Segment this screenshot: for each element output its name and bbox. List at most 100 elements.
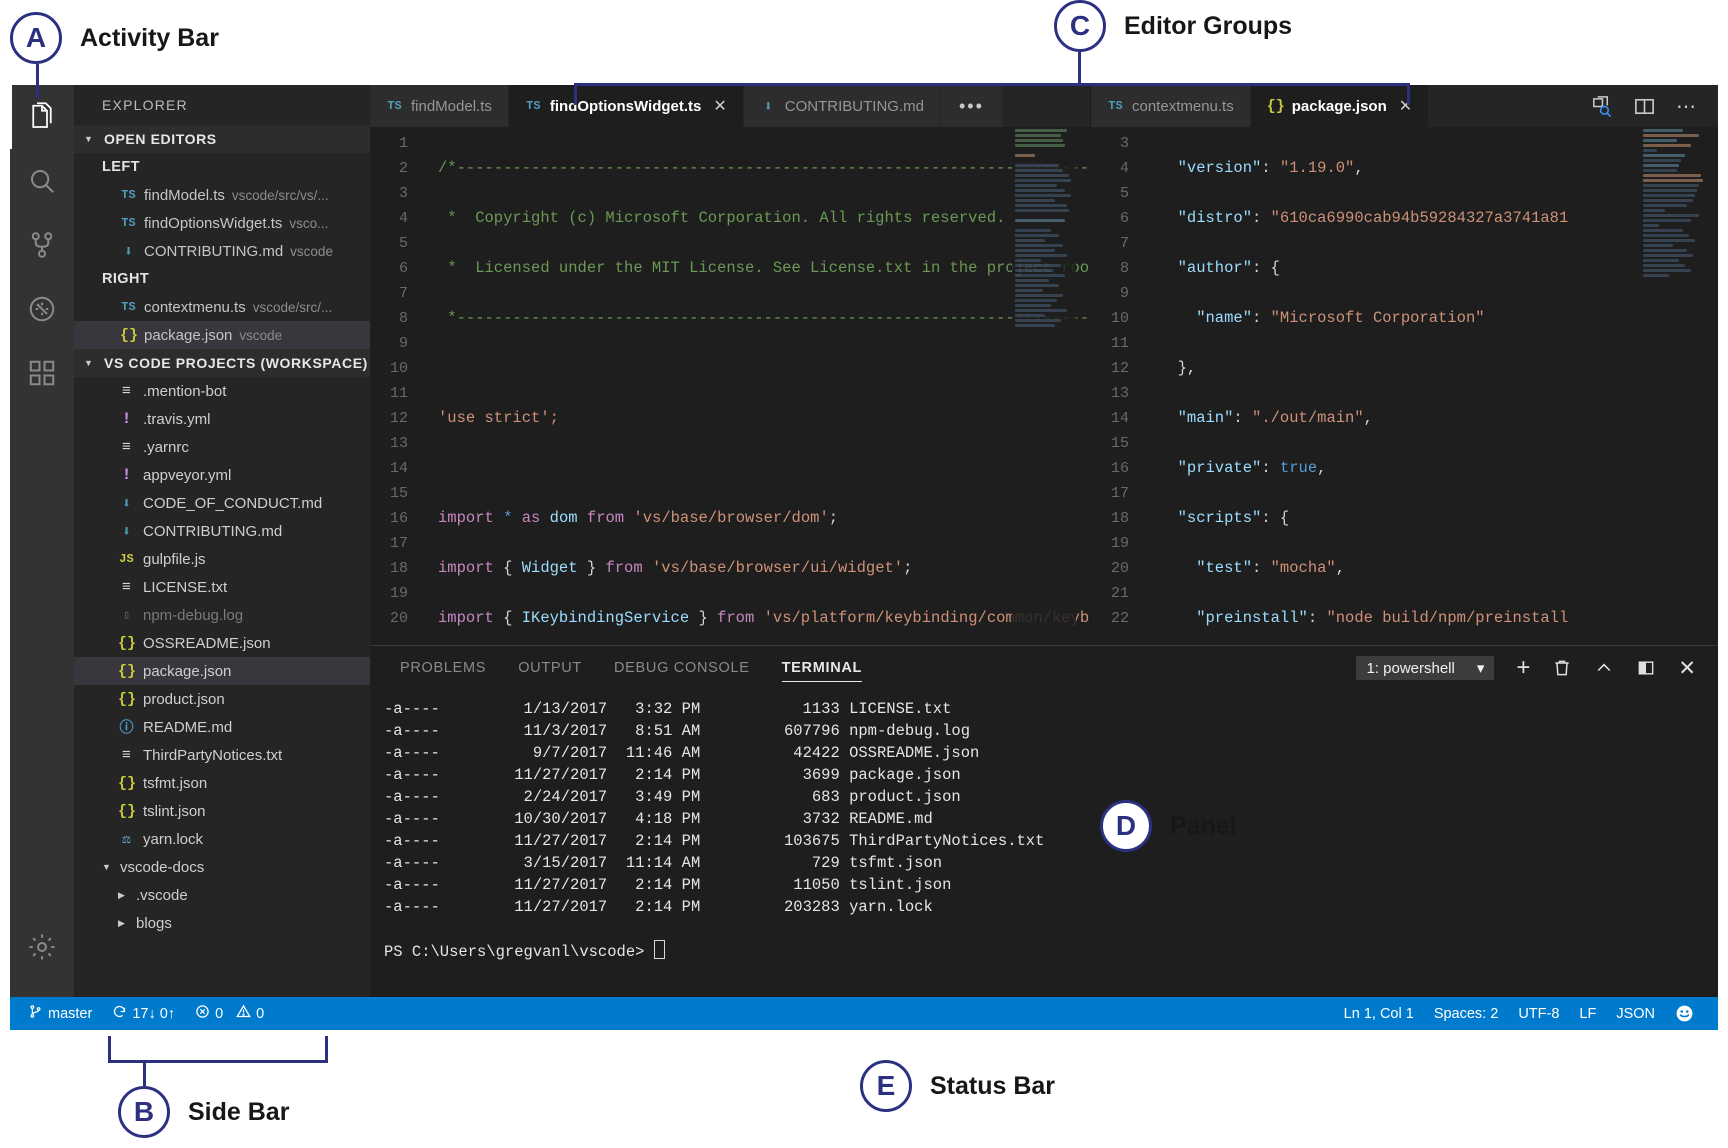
panel-tab-problems[interactable]: PROBLEMS bbox=[384, 646, 502, 690]
terminal-output[interactable]: -a---- 1/13/2017 3:32 PM 1133 LICENSE.tx… bbox=[370, 690, 1718, 989]
status-language-mode[interactable]: JSON bbox=[1606, 997, 1665, 1030]
open-editor-findmodel[interactable]: TS findModel.ts vscode/src/vs/... bbox=[74, 181, 370, 209]
tab-overflow-icon[interactable]: ••• bbox=[940, 85, 1002, 127]
open-editor-contributing[interactable]: ⬇ CONTRIBUTING.md vscode bbox=[74, 237, 370, 265]
open-editor-path: vscode bbox=[290, 243, 333, 259]
tree-item-tslint-json[interactable]: {} tslint.json bbox=[74, 797, 370, 825]
tree-item-contributing[interactable]: ⬇ CONTRIBUTING.md bbox=[74, 517, 370, 545]
tree-item-label: tsfmt.json bbox=[143, 774, 208, 792]
panel-tab-output[interactable]: OUTPUT bbox=[502, 646, 598, 690]
markdown-icon: ⬇ bbox=[123, 243, 134, 261]
open-editor-contextmenu[interactable]: TS contextmenu.ts vscode/src/... bbox=[74, 293, 370, 321]
section-workspace[interactable]: ▼ VS CODE PROJECTS (WORKSPACE) bbox=[74, 349, 370, 377]
tree-folder-blogs[interactable]: ▶ blogs bbox=[74, 909, 370, 937]
status-eol[interactable]: LF bbox=[1569, 997, 1606, 1030]
status-branch[interactable]: master bbox=[18, 997, 102, 1030]
smiley-icon[interactable] bbox=[1665, 997, 1704, 1030]
more-actions-icon[interactable]: ⋯ bbox=[1676, 94, 1698, 119]
open-editor-findoptionswidget[interactable]: TS findOptionsWidget.ts vsco... bbox=[74, 209, 370, 237]
status-sync-label: 17↓ 0↑ bbox=[132, 1005, 176, 1022]
status-warning-count: 0 bbox=[256, 1005, 265, 1022]
json-icon: {} bbox=[118, 662, 137, 680]
tree-item-thirdpartynotices[interactable]: ≡ ThirdPartyNotices.txt bbox=[74, 741, 370, 769]
tree-item-label: .travis.yml bbox=[143, 410, 211, 428]
new-terminal-icon[interactable]: + bbox=[1516, 654, 1530, 682]
callout-e-label: Status Bar bbox=[930, 1071, 1056, 1100]
activity-item-debug[interactable] bbox=[10, 277, 74, 341]
tree-item-yarn-lock[interactable]: ⚖ yarn.lock bbox=[74, 825, 370, 853]
tab-contextmenu-ts[interactable]: TS contextmenu.ts bbox=[1091, 85, 1251, 127]
close-panel-icon[interactable]: ✕ bbox=[1678, 656, 1696, 681]
activity-item-manage[interactable] bbox=[10, 915, 74, 979]
status-encoding[interactable]: UTF-8 bbox=[1508, 997, 1569, 1030]
tree-item-npm-debug-log[interactable]: ▯ npm-debug.log bbox=[74, 601, 370, 629]
extensions-icon bbox=[27, 358, 57, 388]
minimap-right[interactable] bbox=[1640, 127, 1704, 645]
activity-item-extensions[interactable] bbox=[10, 341, 74, 405]
tree-folder-vscode[interactable]: ▶ .vscode bbox=[74, 881, 370, 909]
typescript-icon: TS bbox=[1108, 99, 1123, 113]
tree-folder-label: .vscode bbox=[136, 886, 188, 904]
tree-folder-vscode-docs[interactable]: ▼ vscode-docs bbox=[74, 853, 370, 881]
tab-findoptionswidget-ts[interactable]: TS findOptionsWidget.ts ✕ bbox=[508, 85, 744, 127]
activity-item-source-control[interactable] bbox=[10, 213, 74, 277]
section-open-editors[interactable]: ▼ OPEN EDITORS bbox=[74, 125, 370, 153]
status-error-count: 0 bbox=[215, 1005, 224, 1022]
kill-terminal-icon[interactable] bbox=[1552, 658, 1572, 678]
typescript-icon: TS bbox=[121, 300, 136, 314]
error-icon bbox=[195, 1004, 210, 1023]
tree-item-package-json[interactable]: {} package.json bbox=[74, 657, 370, 685]
callout-c-leader-l bbox=[574, 83, 577, 105]
close-icon[interactable]: ✕ bbox=[713, 96, 726, 116]
editor-group-right: TS contextmenu.ts {} package.json ✕ ⋯ 3 … bbox=[1091, 85, 1718, 645]
tree-item-gulpfile-js[interactable]: JS gulpfile.js bbox=[74, 545, 370, 573]
tab-package-json[interactable]: {} package.json ✕ bbox=[1250, 85, 1430, 127]
callout-c-leader-r bbox=[1407, 83, 1410, 105]
split-terminal-icon[interactable] bbox=[1636, 658, 1656, 678]
tree-item-label: LICENSE.txt bbox=[143, 578, 228, 596]
status-cursor-position[interactable]: Ln 1, Col 1 bbox=[1334, 997, 1424, 1030]
tree-item-product-json[interactable]: {} product.json bbox=[74, 685, 370, 713]
tab-contributing-md[interactable]: ⬇ CONTRIBUTING.md bbox=[743, 85, 941, 127]
terminal-cursor bbox=[653, 940, 665, 959]
tree-item-code-of-conduct[interactable]: ⬇ CODE_OF_CONDUCT.md bbox=[74, 489, 370, 517]
open-changes-icon[interactable] bbox=[1590, 95, 1613, 118]
terminal-selector-value: 1: powershell bbox=[1366, 659, 1455, 677]
tree-item-appveyor-yml[interactable]: ! appveyor.yml bbox=[74, 461, 370, 489]
tree-item-yarnrc[interactable]: ≡ .yarnrc bbox=[74, 433, 370, 461]
panel-tab-terminal[interactable]: TERMINAL bbox=[766, 646, 879, 690]
panel-tab-debug-console[interactable]: DEBUG CONSOLE bbox=[598, 646, 766, 690]
status-sync[interactable]: 17↓ 0↑ bbox=[102, 997, 185, 1030]
code-editor-left[interactable]: 1234567 8 9 10 11 12 13 14 15 16 17 18 19 20 /*----… bbox=[370, 127, 1090, 645]
markdown-icon: ⬇ bbox=[121, 523, 132, 541]
tree-item-travis-yml[interactable]: ! .travis.yml bbox=[74, 405, 370, 433]
tree-item-readme-md[interactable]: ⓘ README.md bbox=[74, 713, 370, 741]
tree-item-license-txt[interactable]: ≡ LICENSE.txt bbox=[74, 573, 370, 601]
activity-item-search[interactable] bbox=[10, 149, 74, 213]
tab-findmodel-ts[interactable]: TS findModel.ts bbox=[370, 85, 509, 127]
maximize-panel-icon[interactable] bbox=[1594, 658, 1614, 678]
callout-c-leader-v bbox=[1078, 52, 1081, 86]
code-editor-right[interactable]: 3456789 10 11 12 13 14 15 16 17 18 19 20 21 22 "ver… bbox=[1091, 127, 1718, 645]
activity-item-explorer[interactable] bbox=[10, 85, 74, 149]
code-line: /*--------------------------------------… bbox=[438, 159, 1090, 177]
open-editors-group-right: RIGHT bbox=[102, 271, 150, 287]
open-editor-packagejson[interactable]: {} package.json vscode bbox=[74, 321, 370, 349]
terminal-line: -a---- 2/24/2017 3:49 PM 683 product.jso… bbox=[384, 788, 961, 806]
split-editor-icon[interactable] bbox=[1633, 95, 1656, 118]
tabbar-left: TS findModel.ts TS findOptionsWidget.ts … bbox=[370, 85, 1090, 127]
open-editor-name: findOptionsWidget.ts bbox=[144, 214, 283, 232]
tree-item-ossreadme-json[interactable]: {} OSSREADME.json bbox=[74, 629, 370, 657]
close-icon[interactable]: ✕ bbox=[1399, 96, 1412, 116]
callout-c-leader-h bbox=[574, 83, 1410, 86]
status-bar: master 17↓ 0↑ 0 0 Ln 1, Col 1 Spaces: 2 … bbox=[10, 997, 1718, 1030]
tree-item-tsfmt-json[interactable]: {} tsfmt.json bbox=[74, 769, 370, 797]
minimap-left[interactable] bbox=[1012, 127, 1076, 645]
json-icon: {} bbox=[120, 326, 139, 344]
editor-group-left: TS findModel.ts TS findOptionsWidget.ts … bbox=[370, 85, 1091, 645]
status-problems[interactable]: 0 0 bbox=[185, 997, 274, 1030]
tree-item-mention-bot[interactable]: ≡ .mention-bot bbox=[74, 377, 370, 405]
terminal-selector[interactable]: 1: powershell ▾ bbox=[1356, 656, 1495, 680]
status-indentation[interactable]: Spaces: 2 bbox=[1424, 997, 1509, 1030]
